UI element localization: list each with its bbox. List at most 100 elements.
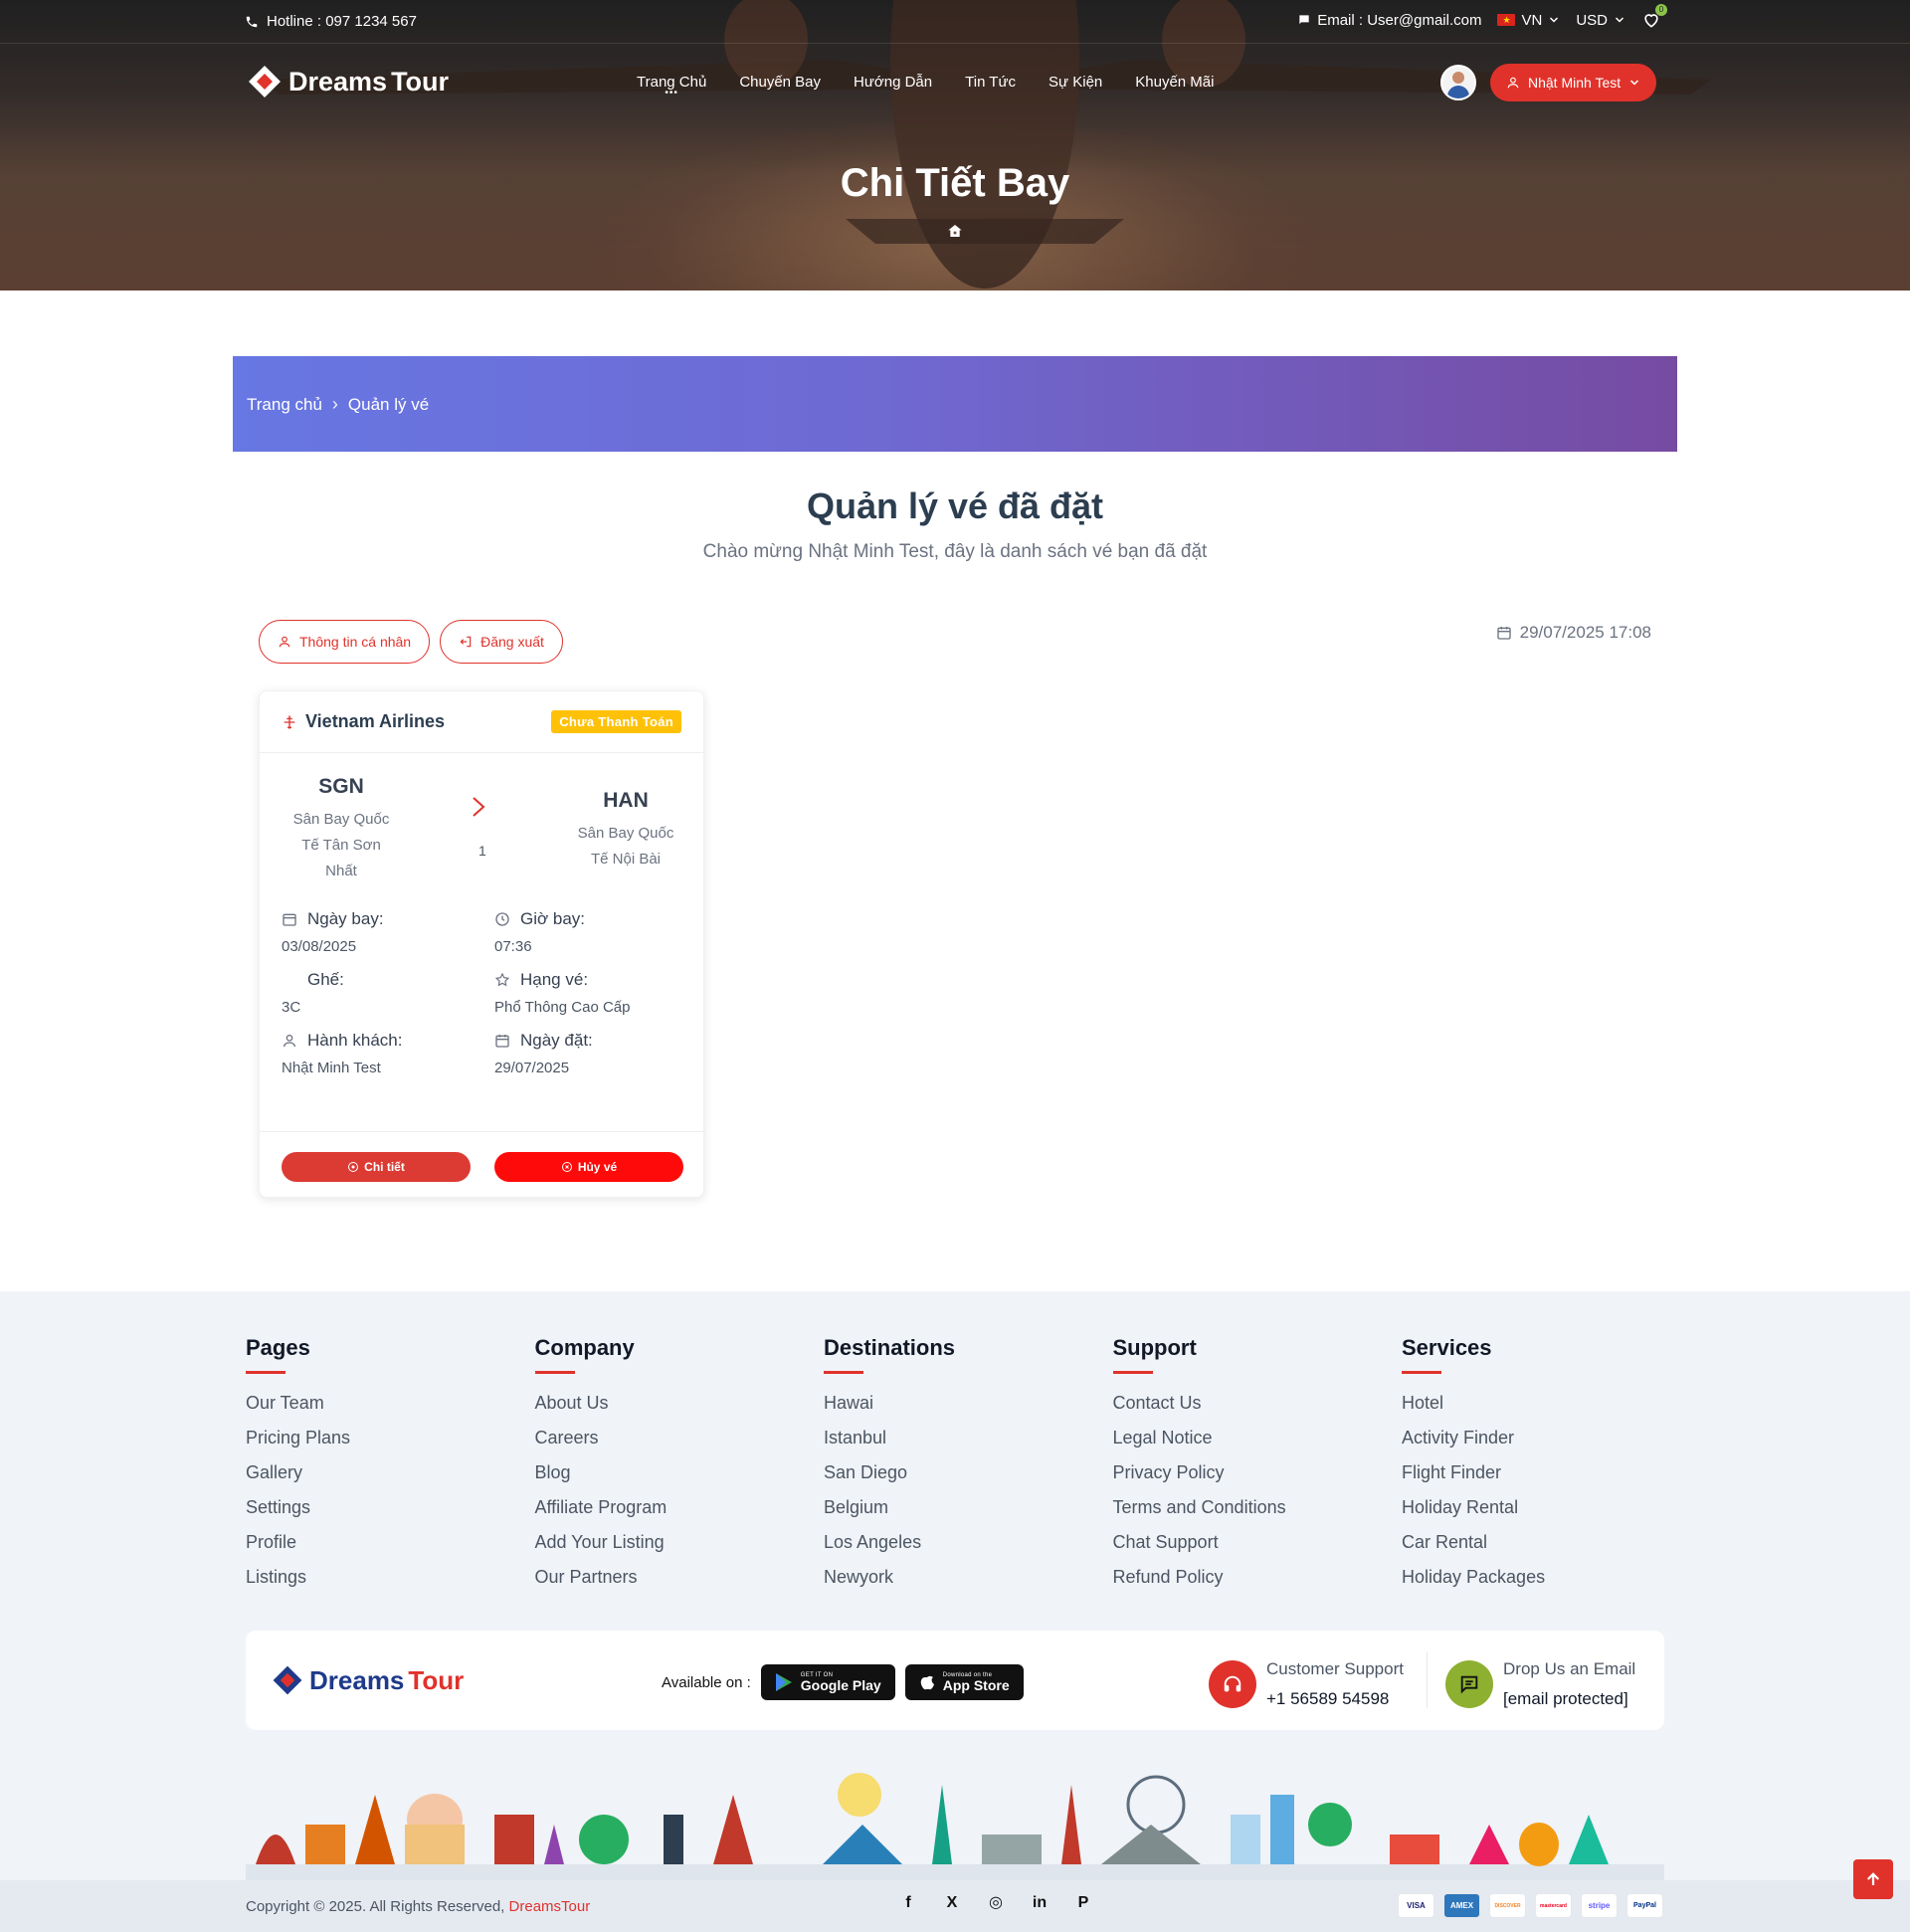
footer-column-pages: Pages Our Team Pricing Plans Gallery Set… <box>246 1335 535 1595</box>
departure-name-line: Nhất <box>325 863 357 879</box>
breadcrumb-home[interactable]: Trang chủ <box>247 395 322 415</box>
footer-link[interactable]: Belgium <box>824 1490 1113 1525</box>
datetime-value: 29/07/2025 17:08 <box>1519 623 1651 642</box>
instagram-icon[interactable]: ◎ <box>987 1894 1005 1912</box>
logo-text-part1: Dreams <box>288 66 388 97</box>
footer-link[interactable]: Settings <box>246 1490 535 1525</box>
app-store-badge[interactable]: Download on the App Store <box>904 1664 1024 1700</box>
profile-button[interactable]: Thông tin cá nhân <box>259 620 431 664</box>
x-twitter-icon[interactable]: X <box>943 1894 961 1912</box>
language-select[interactable]: VN <box>1497 12 1560 29</box>
footer-column-company: Company About Us Careers Blog Affiliate … <box>534 1335 825 1595</box>
currency-select[interactable]: USD <box>1576 12 1625 29</box>
chevron-down-icon <box>1550 17 1559 23</box>
nav-link-news[interactable]: Tin Tức <box>965 74 1016 91</box>
footer-link[interactable]: Add Your Listing <box>535 1525 825 1560</box>
logo-text-part2: Tour <box>408 1664 465 1695</box>
ticket-detail-button[interactable]: Chi tiết <box>282 1152 471 1182</box>
flight-date-label: Ngày bay: <box>307 909 384 928</box>
logout-button-label: Đăng xuất <box>480 634 544 650</box>
user-menu-button[interactable]: Nhật Minh Test <box>1490 64 1657 101</box>
nav-link-promotions[interactable]: Khuyến Mãi <box>1135 74 1214 91</box>
copyright-brand[interactable]: DreamsTour <box>509 1898 591 1915</box>
logo-mark-icon <box>273 1665 302 1695</box>
arrival-airport: HAN Sân Bay Quốc Tế Nội Bài <box>556 789 695 872</box>
footer-link[interactable]: Gallery <box>246 1455 535 1490</box>
available-on-label: Available on : <box>662 1673 751 1691</box>
email-link[interactable]: Email : User@gmail.com <box>1297 12 1481 29</box>
footer-link[interactable]: Listings <box>246 1560 535 1595</box>
ticket-cancel-button[interactable]: Hủy vé <box>494 1152 683 1182</box>
copyright: Copyright © 2025. All Rights Reserved, D… <box>246 1898 590 1915</box>
footer-link[interactable]: Hotel <box>1402 1386 1691 1421</box>
site-logo[interactable]: Dreams Tour <box>245 62 449 101</box>
arrow-up-icon <box>1866 1872 1880 1885</box>
nav-link-guide[interactable]: Hướng Dẫn <box>854 74 932 91</box>
logo-text-part1: Dreams <box>309 1664 405 1695</box>
facebook-icon[interactable]: f <box>899 1894 917 1912</box>
user-icon <box>1507 77 1519 89</box>
nav-link-home[interactable]: Trang Chủ <box>637 74 706 91</box>
footer-link[interactable]: Affiliate Program <box>535 1490 825 1525</box>
footer-link[interactable]: Pricing Plans <box>246 1421 535 1455</box>
email-contact[interactable]: Drop Us an Email [email protected] <box>1445 1654 1635 1714</box>
calendar-icon <box>495 1035 509 1048</box>
breadcrumb-banner: Trang chủ › Quản lý vé <box>233 356 1677 452</box>
customer-support[interactable]: Customer Support +1 56589 54598 <box>1209 1654 1404 1714</box>
nav-link-flights[interactable]: Chuyến Bay <box>739 74 821 91</box>
footer-link[interactable]: Car Rental <box>1402 1525 1691 1560</box>
wishlist-button[interactable]: 0 <box>1641 4 1667 30</box>
footer-link[interactable]: San Diego <box>824 1455 1113 1490</box>
footer-link[interactable]: Newyork <box>824 1560 1113 1595</box>
footer-link[interactable]: Our Partners <box>535 1560 825 1595</box>
footer-link[interactable]: Los Angeles <box>824 1525 1113 1560</box>
logo-mark-icon <box>249 66 281 97</box>
footer-link[interactable]: Our Team <box>246 1386 535 1421</box>
logout-button[interactable]: Đăng xuất <box>440 620 563 664</box>
footer-link[interactable]: Activity Finder <box>1402 1421 1691 1455</box>
ticket-cancel-label: Hủy vé <box>577 1160 618 1174</box>
hotline[interactable]: Hotline : 097 1234 567 <box>245 13 417 30</box>
footer-link[interactable]: Legal Notice <box>1113 1421 1403 1455</box>
logout-icon <box>460 636 472 648</box>
email-text: Email : User@gmail.com <box>1317 11 1482 29</box>
page-title: Quản lý vé đã đặt <box>806 485 1104 526</box>
home-icon[interactable] <box>947 223 963 239</box>
hotline-text: Hotline : 097 1234 567 <box>267 13 417 30</box>
airline: Vietnam Airlines <box>282 711 445 732</box>
user-avatar[interactable] <box>1440 65 1476 100</box>
footer-link[interactable]: Istanbul <box>824 1421 1113 1455</box>
footer-column-services: Services Hotel Activity Finder Flight Fi… <box>1402 1335 1691 1595</box>
footer-link[interactable]: About Us <box>535 1386 825 1421</box>
footer-link[interactable]: Contact Us <box>1113 1386 1403 1421</box>
google-play-badge[interactable]: GET IT ON Google Play <box>760 1664 895 1700</box>
class-value: Phổ Thông Cao Cấp <box>494 999 631 1016</box>
footer-link[interactable]: Terms and Conditions <box>1113 1490 1403 1525</box>
footer-link[interactable]: Hawai <box>824 1386 1113 1421</box>
mastercard-icon: mastercard <box>1535 1893 1572 1918</box>
pinterest-icon[interactable]: P <box>1074 1894 1092 1912</box>
nav-link-events[interactable]: Sự Kiện <box>1049 74 1102 91</box>
footer-link[interactable]: Holiday Rental <box>1402 1490 1691 1525</box>
departure-airport: SGN Sân Bay Quốc Tế Tân Sơn Nhất <box>272 775 411 884</box>
seat-label: Ghế: <box>307 970 344 989</box>
stops-count: 1 <box>478 843 486 859</box>
flight-time-value: 07:36 <box>494 938 532 955</box>
footer-link[interactable]: Refund Policy <box>1113 1560 1403 1595</box>
calendar-icon <box>283 913 296 926</box>
footer-link[interactable]: Blog <box>535 1455 825 1490</box>
main-navbar: DreamsTour Trang Chủ Chuyến Bay Hướng Dẫ… <box>0 44 1910 119</box>
footer-link[interactable]: Profile <box>246 1525 535 1560</box>
footer-link[interactable]: Chat Support <box>1113 1525 1403 1560</box>
footer-logo[interactable]: Dreams Tour <box>270 1662 464 1698</box>
paypal-icon: PayPal <box>1626 1893 1663 1918</box>
user-icon <box>279 636 290 648</box>
footer-link[interactable]: Holiday Packages <box>1402 1560 1691 1595</box>
footer-column-support: Support Contact Us Legal Notice Privacy … <box>1112 1335 1403 1595</box>
linkedin-icon[interactable]: in <box>1031 1894 1049 1912</box>
payment-methods: VISA AMEX DISCOVER mastercard stripe Pay… <box>1398 1893 1663 1918</box>
footer-link[interactable]: Careers <box>535 1421 825 1455</box>
footer-link[interactable]: Flight Finder <box>1402 1455 1691 1490</box>
scroll-to-top-button[interactable] <box>1853 1859 1893 1899</box>
footer-link[interactable]: Privacy Policy <box>1113 1455 1403 1490</box>
